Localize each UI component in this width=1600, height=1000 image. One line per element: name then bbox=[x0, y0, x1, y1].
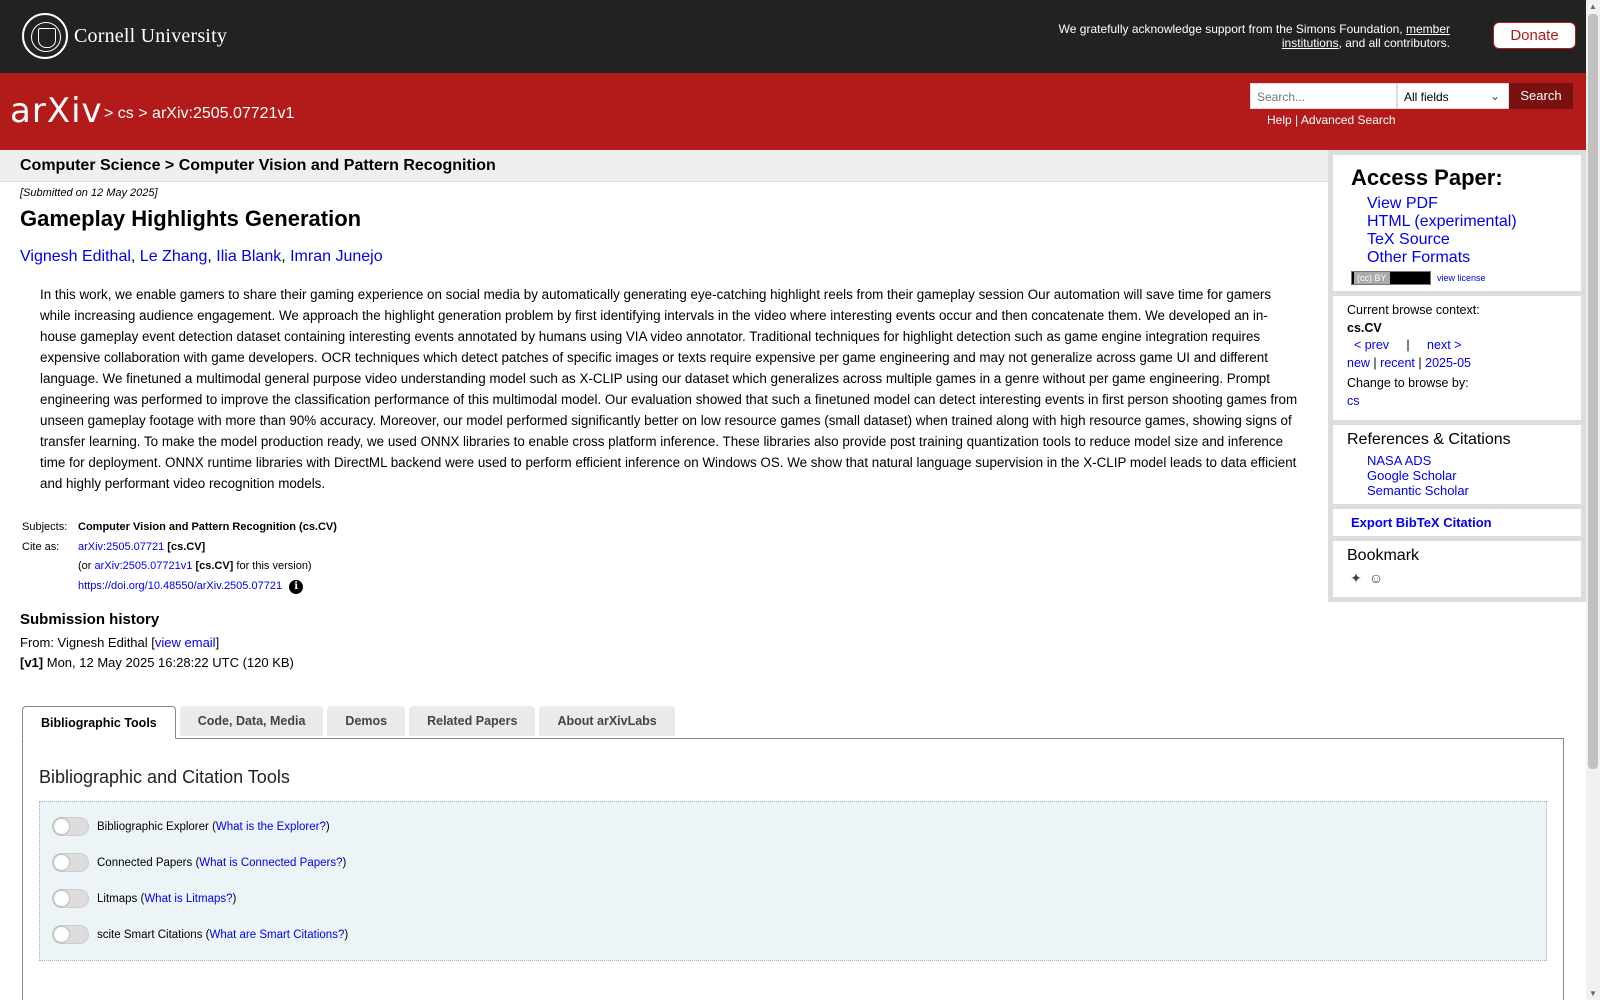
arxiv-header: arXiv > cs > arXiv:2505.07721v1 Search..… bbox=[0, 73, 1586, 150]
search-button[interactable]: Search bbox=[1509, 83, 1573, 109]
license: (cc) BY view license bbox=[1351, 271, 1567, 285]
explorer-help-link[interactable]: What is the Explorer? bbox=[216, 821, 326, 833]
cornell-name: Cornell University bbox=[74, 24, 228, 47]
tool-row-litmaps: Litmaps (What is Litmaps?) bbox=[52, 889, 236, 908]
info-icon[interactable]: i bbox=[289, 579, 304, 594]
references-title: References & Citations bbox=[1347, 431, 1511, 448]
tool-row-explorer: Bibliographic Explorer (What is the Expl… bbox=[52, 817, 330, 836]
export-box: Export BibTeX Citation bbox=[1328, 509, 1586, 541]
tab-code-data-media[interactable]: Code, Data, Media bbox=[179, 706, 324, 736]
category-title: Computer Science > Computer Vision and P… bbox=[20, 157, 496, 174]
bookmark-title: Bookmark bbox=[1347, 547, 1420, 564]
litmaps-help-link[interactable]: What is Litmaps? bbox=[144, 893, 232, 905]
tool-row-scite: scite Smart Citations (What are Smart Ci… bbox=[52, 925, 348, 944]
nasa-ads-link[interactable]: NASA ADS bbox=[1367, 453, 1431, 468]
arxiv-logo[interactable]: arXiv bbox=[10, 91, 103, 131]
scroll-down-icon[interactable]: ▼ bbox=[1589, 989, 1597, 998]
author-link[interactable]: Vignesh Edithal bbox=[20, 248, 131, 265]
tab-demos[interactable]: Demos bbox=[327, 706, 406, 736]
view-email-link[interactable]: view email bbox=[155, 635, 216, 650]
cornell-seal-icon bbox=[22, 13, 68, 59]
access-paper-box: Access Paper: View PDF HTML (experimenta… bbox=[1328, 150, 1586, 296]
submitted-date: [Submitted on 12 May 2025] bbox=[20, 187, 158, 199]
bookmark-box: Bookmark ✦ ☺ bbox=[1328, 541, 1586, 602]
access-paper-title: Access Paper: bbox=[1351, 165, 1503, 190]
labs-tabs: Bibliographic Tools Code, Data, Media De… bbox=[22, 706, 679, 739]
other-formats-link[interactable]: Other Formats bbox=[1367, 249, 1567, 267]
tools-title: Bibliographic and Citation Tools bbox=[39, 767, 290, 787]
scroll-up-icon[interactable]: ▲ bbox=[1589, 2, 1597, 11]
scrollbar[interactable]: ▲ ▼ bbox=[1586, 0, 1600, 1000]
search-links: Help | Advanced Search bbox=[1267, 113, 1396, 127]
connected-papers-toggle[interactable] bbox=[52, 853, 89, 872]
breadcrumb: > cs > arXiv:2505.07721v1 bbox=[104, 105, 295, 122]
month-link[interactable]: 2025-05 bbox=[1425, 356, 1471, 370]
html-experimental-link[interactable]: HTML (experimental) bbox=[1367, 213, 1567, 231]
reddit-icon[interactable]: ☺ bbox=[1367, 569, 1385, 587]
references-box: References & Citations NASA ADS Google S… bbox=[1328, 425, 1586, 509]
advanced-search-link[interactable]: Advanced Search bbox=[1301, 113, 1396, 127]
new-link[interactable]: new bbox=[1347, 356, 1370, 370]
tools-box: Bibliographic Explorer (What is the Expl… bbox=[39, 801, 1547, 961]
browse-context-box: Current browse context: cs.CV < prev | n… bbox=[1328, 296, 1586, 425]
search-field-select[interactable]: All fields ⌄ bbox=[1397, 83, 1509, 109]
scite-help-link[interactable]: What are Smart Citations? bbox=[209, 929, 344, 941]
tool-row-connected-papers: Connected Papers (What is Connected Pape… bbox=[52, 853, 346, 872]
semantic-scholar-link[interactable]: Semantic Scholar bbox=[1367, 483, 1469, 498]
cornell-header: Cornell University We gratefully acknowl… bbox=[0, 0, 1586, 73]
search-input[interactable]: Search... bbox=[1250, 83, 1397, 109]
tab-about-arxivlabs[interactable]: About arXivLabs bbox=[539, 706, 675, 736]
cornell-logo[interactable]: Cornell University bbox=[22, 13, 227, 59]
submission-from: From: Vignesh Edithal [view email] bbox=[20, 635, 220, 650]
cite-id-link[interactable]: arXiv:2505.07721 bbox=[78, 541, 164, 553]
tab-bibliographic-tools[interactable]: Bibliographic Tools bbox=[22, 706, 176, 739]
author-link[interactable]: Le Zhang bbox=[140, 248, 208, 265]
authors: Vignesh Edithal, Le Zhang, Ilia Blank, I… bbox=[20, 248, 383, 265]
connected-papers-help-link[interactable]: What is Connected Papers? bbox=[199, 857, 342, 869]
explorer-toggle[interactable] bbox=[52, 817, 89, 836]
subjects-row: Subjects: Computer Vision and Pattern Re… bbox=[20, 518, 337, 538]
support-text: We gratefully acknowledge support from t… bbox=[1058, 22, 1450, 50]
view-pdf-link[interactable]: View PDF bbox=[1367, 195, 1567, 213]
submission-history-title: Submission history bbox=[20, 611, 160, 628]
browse-cs-link[interactable]: cs bbox=[1347, 394, 1360, 408]
sidebar: Access Paper: View PDF HTML (experimenta… bbox=[1328, 150, 1586, 602]
breadcrumb-id: arXiv:2505.07721v1 bbox=[152, 105, 295, 122]
category-header: Computer Science > Computer Vision and P… bbox=[0, 150, 1328, 182]
breadcrumb-cs[interactable]: cs bbox=[118, 105, 134, 122]
next-link[interactable]: next > bbox=[1427, 338, 1461, 352]
google-scholar-link[interactable]: Google Scholar bbox=[1367, 468, 1457, 483]
recent-link[interactable]: recent bbox=[1380, 356, 1415, 370]
cite-v1-link[interactable]: arXiv:2505.07721v1 bbox=[95, 560, 193, 572]
subjects-value: Computer Vision and Pattern Recognition … bbox=[78, 521, 337, 533]
view-license-link[interactable]: view license bbox=[1437, 273, 1486, 283]
author-link[interactable]: Ilia Blank bbox=[216, 248, 281, 265]
abstract: In this work, we enable gamers to share … bbox=[40, 287, 1298, 491]
tex-source-link[interactable]: TeX Source bbox=[1367, 231, 1567, 249]
bibsonomy-icon[interactable]: ✦ bbox=[1347, 569, 1365, 587]
doi-link[interactable]: https://doi.org/10.48550/arXiv.2505.0772… bbox=[78, 580, 282, 592]
context-value: cs.CV bbox=[1347, 320, 1382, 335]
paper-title: Gameplay Highlights Generation bbox=[20, 206, 362, 231]
export-bibtex-link[interactable]: Export BibTeX Citation bbox=[1333, 509, 1581, 536]
scite-toggle[interactable] bbox=[52, 925, 89, 944]
donate-button[interactable]: Donate bbox=[1493, 22, 1576, 49]
litmaps-toggle[interactable] bbox=[52, 889, 89, 908]
submission-v1: [v1] Mon, 12 May 2025 16:28:22 UTC (120 … bbox=[20, 655, 294, 670]
prev-link[interactable]: < prev bbox=[1354, 338, 1389, 352]
help-link[interactable]: Help bbox=[1267, 113, 1292, 127]
author-link[interactable]: Imran Junejo bbox=[290, 248, 383, 265]
cite-row: Cite as: arXiv:2505.07721 [cs.CV] (or ar… bbox=[22, 540, 312, 594]
cc-by-icon[interactable]: (cc) BY bbox=[1351, 271, 1431, 285]
scroll-thumb[interactable] bbox=[1588, 14, 1598, 769]
tab-related-papers[interactable]: Related Papers bbox=[409, 706, 536, 736]
tab-panel: Bibliographic and Citation Tools Bibliog… bbox=[22, 738, 1564, 1000]
metadata-table: Subjects: Computer Vision and Pattern Re… bbox=[20, 518, 337, 596]
chevron-down-icon: ⌄ bbox=[1489, 89, 1500, 103]
